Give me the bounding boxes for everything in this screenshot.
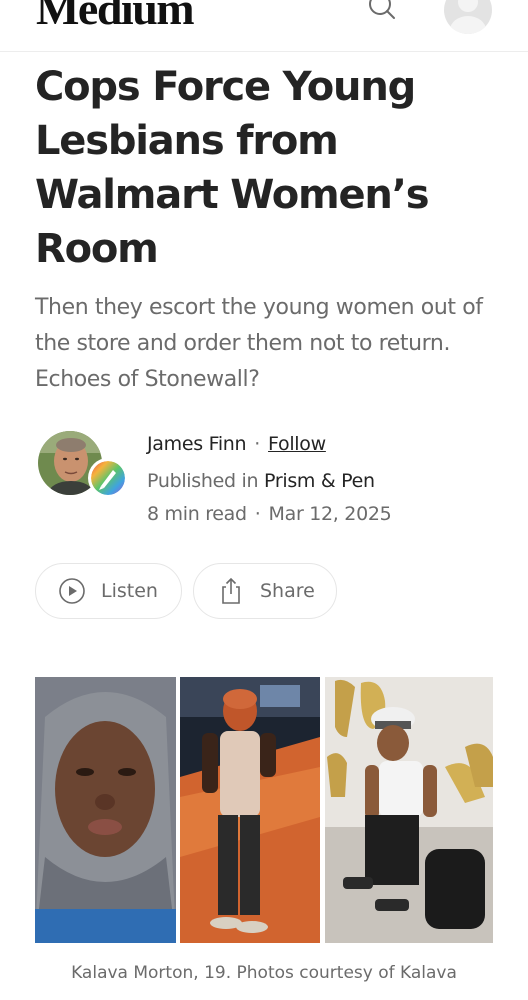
photo-balloons[interactable] <box>325 677 493 943</box>
separator-dot: · <box>254 503 261 525</box>
read-time: 8 min read <box>147 503 247 525</box>
publication-logo-icon[interactable] <box>88 458 128 498</box>
published-in-label: Published in <box>147 470 259 492</box>
follow-link[interactable]: Follow <box>268 433 326 455</box>
read-info-line: 8 min read · Mar 12, 2025 <box>147 503 392 525</box>
publish-date: Mar 12, 2025 <box>268 503 392 525</box>
user-avatar-icon[interactable] <box>444 0 492 34</box>
publication-line: Published in Prism & Pen <box>147 470 375 492</box>
article-title: Cops Force Young Lesbians from Walmart W… <box>35 60 505 276</box>
title-line: Walmart Women’s <box>35 172 430 218</box>
separator-dot: · <box>254 433 261 455</box>
listen-label: Listen <box>101 580 158 602</box>
title-line: Cops Force Young <box>35 64 416 110</box>
share-label: Share <box>260 580 315 602</box>
top-bar: Medium <box>0 0 528 52</box>
search-icon[interactable] <box>366 0 398 26</box>
share-icon <box>222 577 240 604</box>
medium-logo[interactable]: Medium <box>36 0 195 35</box>
publication-name[interactable]: Prism & Pen <box>264 470 375 492</box>
listen-button[interactable]: Listen <box>35 563 182 619</box>
author-name[interactable]: James Finn <box>147 433 247 455</box>
share-button[interactable]: Share <box>193 563 337 619</box>
author-line: James Finn · Follow <box>147 433 326 455</box>
title-line: Lesbians from <box>35 118 339 164</box>
play-icon <box>59 578 85 604</box>
title-line: Room <box>35 226 159 272</box>
photo-bowling[interactable] <box>180 677 320 943</box>
photo-portrait[interactable] <box>35 677 176 943</box>
article-subtitle: Then they escort the young women out of … <box>35 295 483 392</box>
photo-caption: Kalava Morton, 19. Photos courtesy of Ka… <box>71 963 457 983</box>
